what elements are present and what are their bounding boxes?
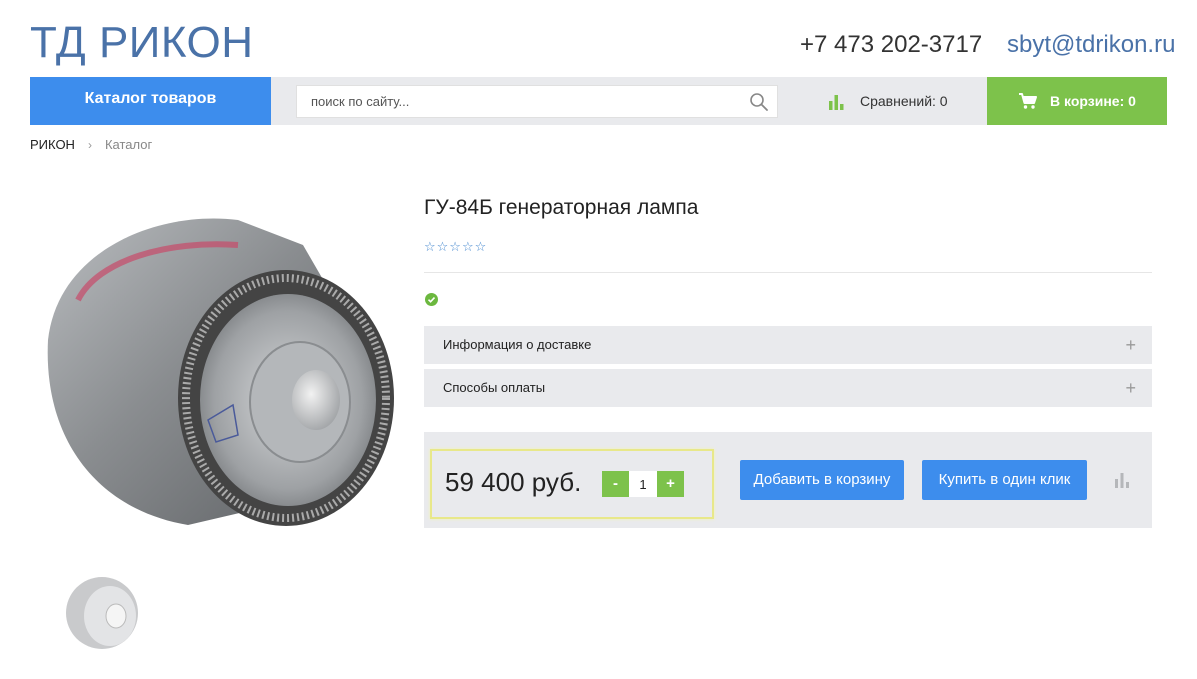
qty-input[interactable]	[629, 471, 657, 497]
catalog-button[interactable]: Каталог товаров	[30, 77, 271, 125]
breadcrumb-separator: ›	[87, 137, 92, 152]
divider	[424, 272, 1152, 273]
rating-stars[interactable]: ☆☆☆☆☆	[424, 239, 487, 255]
price-box: 59 400 руб. - +	[430, 449, 714, 519]
expand-plus-icon[interactable]: +	[1125, 326, 1136, 364]
qty-minus-button[interactable]: -	[602, 471, 629, 497]
search-box	[296, 85, 778, 118]
expand-plus-icon[interactable]: +	[1125, 369, 1136, 407]
compare-link[interactable]: Сравнений: 0	[828, 77, 948, 125]
product-thumbnail[interactable]	[62, 568, 148, 654]
search-icon[interactable]	[749, 92, 769, 112]
product-price: 59 400 руб.	[445, 467, 582, 497]
site-logo[interactable]: ТД РИКОН	[30, 18, 254, 68]
bar-chart-icon	[829, 95, 844, 110]
accordion-delivery-info[interactable]: Информация о доставке +	[424, 326, 1152, 364]
accordion-payment-methods[interactable]: Способы оплаты +	[424, 369, 1152, 407]
buy-one-click-button[interactable]: Купить в один клик	[922, 460, 1087, 500]
compare-icon[interactable]	[1114, 470, 1130, 488]
email-link[interactable]: sbyt@tdrikon.ru	[1007, 31, 1175, 59]
compare-label: Сравнений: 0	[860, 93, 948, 109]
cart-icon	[1019, 93, 1038, 109]
add-to-cart-button[interactable]: Добавить в корзину	[740, 460, 904, 500]
cart-button[interactable]: В корзине: 0	[987, 77, 1167, 125]
product-image[interactable]	[38, 190, 398, 530]
quantity-stepper: - +	[602, 471, 684, 497]
qty-plus-button[interactable]: +	[657, 471, 684, 497]
buy-panel: 59 400 руб. - + Добавить в корзину Купит…	[424, 432, 1152, 528]
breadcrumb-current: Каталог	[104, 137, 153, 152]
product-title: ГУ-84Б генераторная лампа	[424, 196, 699, 219]
check-circle-icon	[425, 293, 438, 306]
breadcrumb-home[interactable]: РИКОН	[30, 137, 75, 152]
phone-number[interactable]: +7 473 202-3717	[800, 31, 982, 59]
cart-label: В корзине: 0	[1050, 93, 1136, 109]
accordion-payment-label: Способы оплаты	[443, 380, 546, 395]
accordion-delivery-label: Информация о доставке	[443, 337, 592, 352]
search-input[interactable]	[297, 86, 737, 117]
breadcrumb: РИКОН › Каталог	[30, 137, 152, 152]
top-navbar: Каталог товаров Сравнений: 0 В корзине: …	[30, 77, 1167, 125]
